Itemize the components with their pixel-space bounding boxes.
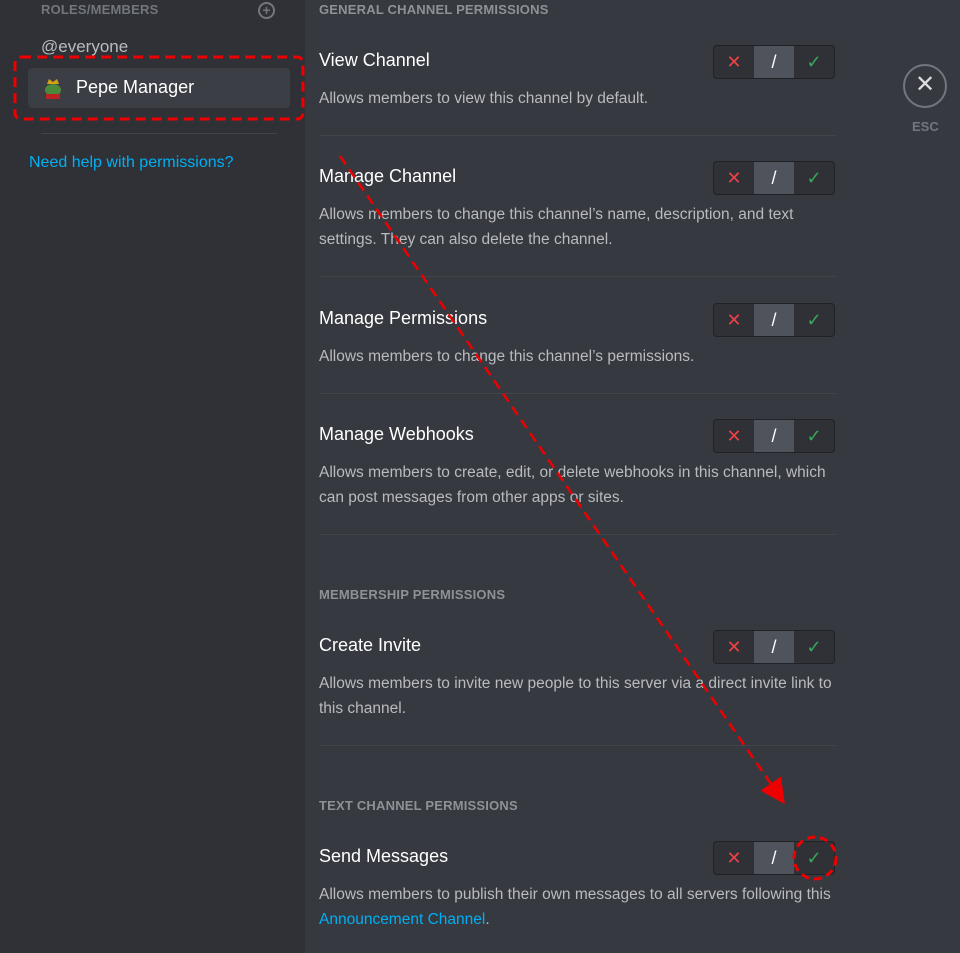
perm-title: Create Invite: [319, 635, 422, 655]
neutral-button[interactable]: /: [754, 631, 794, 663]
roles-members-header: ROLES/MEMBERS: [41, 2, 159, 17]
allow-button[interactable]: ✓: [794, 631, 834, 663]
add-role-icon[interactable]: +: [258, 2, 275, 19]
perm-title: View Channel: [319, 50, 430, 70]
deny-button[interactable]: ✕: [714, 46, 754, 78]
perm-desc: Allows members to create, edit, or delet…: [319, 464, 826, 506]
neutral-button[interactable]: /: [754, 420, 794, 452]
allow-button[interactable]: ✓: [794, 304, 834, 336]
roles-sidebar: ROLES/MEMBERS + @everyone Pepe Manager N…: [0, 0, 305, 953]
perm-desc-end: .: [485, 911, 490, 928]
section-text: TEXT CHANNEL PERMISSIONS: [319, 798, 518, 813]
neutral-button[interactable]: /: [754, 842, 794, 874]
perm-toggle-manage-webhooks: ✕ / ✓: [713, 419, 835, 453]
neutral-button[interactable]: /: [754, 46, 794, 78]
announcement-channel-link[interactable]: Announcement Channel: [319, 911, 485, 928]
deny-button[interactable]: ✕: [714, 162, 754, 194]
section-general: GENERAL CHANNEL PERMISSIONS: [319, 2, 549, 17]
help-permissions-link[interactable]: Need help with permissions?: [29, 154, 234, 172]
perm-desc: Allows members to view this channel by d…: [319, 90, 649, 107]
divider: [319, 534, 835, 535]
sidebar-divider: [41, 133, 277, 134]
divider: [319, 276, 835, 277]
allow-button[interactable]: ✓: [794, 842, 834, 874]
close-button[interactable]: ✕: [903, 64, 947, 108]
perm-title: Manage Channel: [319, 166, 457, 186]
role-pepe-manager[interactable]: Pepe Manager: [28, 68, 290, 108]
deny-button[interactable]: ✕: [714, 631, 754, 663]
neutral-button[interactable]: /: [754, 304, 794, 336]
allow-button[interactable]: ✓: [794, 420, 834, 452]
perm-toggle-create-invite: ✕ / ✓: [713, 630, 835, 664]
role-everyone[interactable]: @everyone: [41, 37, 128, 57]
perm-title: Manage Webhooks: [319, 424, 474, 444]
pepe-avatar-icon: [45, 79, 61, 99]
deny-button[interactable]: ✕: [714, 420, 754, 452]
perm-desc: Allows members to invite new people to t…: [319, 675, 832, 717]
perm-toggle-manage-channel: ✕ / ✓: [713, 161, 835, 195]
deny-button[interactable]: ✕: [714, 304, 754, 336]
section-membership: MEMBERSHIP PERMISSIONS: [319, 587, 506, 602]
deny-button[interactable]: ✕: [714, 842, 754, 874]
esc-label: ESC: [912, 119, 939, 134]
role-name: Pepe Manager: [76, 77, 195, 97]
allow-button[interactable]: ✓: [794, 46, 834, 78]
divider: [319, 745, 835, 746]
allow-button[interactable]: ✓: [794, 162, 834, 194]
neutral-button[interactable]: /: [754, 162, 794, 194]
perm-title: Manage Permissions: [319, 308, 488, 328]
perm-title: Send Messages: [319, 846, 449, 866]
perm-desc: Allows members to change this channel’s …: [319, 206, 794, 248]
perm-toggle-send-messages: ✕ / ✓: [713, 841, 835, 875]
divider: [319, 393, 835, 394]
perm-toggle-view-channel: ✕ / ✓: [713, 45, 835, 79]
perm-desc-text: Allows members to publish their own mess…: [319, 886, 831, 903]
divider: [319, 135, 835, 136]
perm-toggle-manage-permissions: ✕ / ✓: [713, 303, 835, 337]
perm-desc: Allows members to change this channel’s …: [319, 348, 695, 365]
perm-desc: Allows members to publish their own mess…: [319, 882, 835, 932]
